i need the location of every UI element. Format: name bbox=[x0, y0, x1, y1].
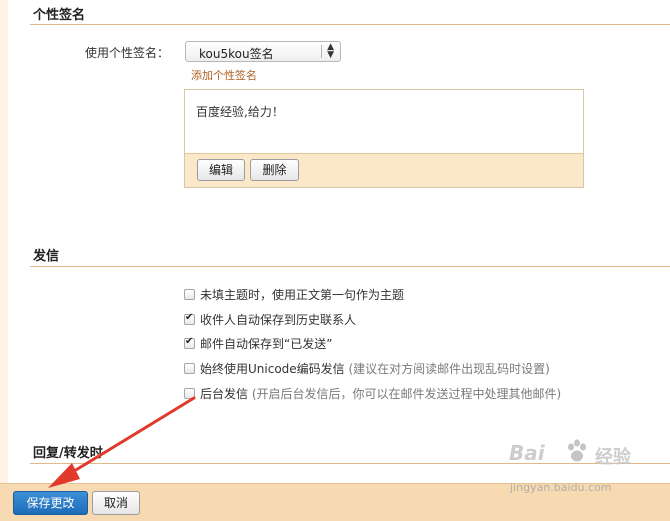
edit-button[interactable]: 编辑 bbox=[197, 159, 245, 181]
option-save-recipients[interactable]: 收件人自动保存到历史联系人 bbox=[184, 311, 356, 328]
checkbox[interactable] bbox=[184, 363, 195, 374]
watermark-url: jingyan.baidu.com bbox=[510, 481, 612, 494]
watermark-logo-text: Bai bbox=[509, 441, 545, 465]
left-margin-strip bbox=[0, 0, 8, 521]
option-label: 始终使用Unicode编码发信 bbox=[200, 362, 345, 376]
reply-section-title: 回复/转发时 bbox=[33, 446, 103, 461]
signature-toolbar: 编辑 删除 bbox=[185, 153, 583, 187]
option-hint: (开启后台发信后，你可以在邮件发送过程中处理其他邮件) bbox=[251, 387, 562, 401]
paw-icon bbox=[568, 439, 586, 462]
use-signature-label: 使用个性签名： bbox=[85, 46, 170, 60]
option-unicode-encoding[interactable]: 始终使用Unicode编码发信 (建议在对方阅读邮件出现乱码时设置) bbox=[184, 360, 550, 377]
signature-text: 百度经验,给力！ bbox=[196, 105, 284, 119]
signature-preview-box: 百度经验,给力！ 编辑 删除 bbox=[184, 89, 584, 188]
signature-select-value: kou5kou签名 bbox=[199, 47, 274, 61]
checkbox[interactable] bbox=[184, 388, 195, 399]
signature-select[interactable]: kou5kou签名 ▲ ▼ bbox=[185, 41, 341, 62]
option-label: 邮件自动保存到“已发送” bbox=[200, 337, 333, 351]
select-separator bbox=[321, 45, 322, 58]
delete-button[interactable]: 删除 bbox=[250, 159, 299, 181]
option-label: 未填主题时，使用正文第一句作为主题 bbox=[200, 288, 405, 302]
option-use-first-sentence-as-subject[interactable]: 未填主题时，使用正文第一句作为主题 bbox=[184, 286, 404, 303]
option-label: 收件人自动保存到历史联系人 bbox=[200, 313, 357, 327]
add-signature-link[interactable]: 添加个性签名 bbox=[191, 67, 257, 83]
select-updown-icon: ▲ ▼ bbox=[327, 42, 334, 60]
option-save-to-sent[interactable]: 邮件自动保存到“已发送” bbox=[184, 335, 332, 352]
mail-settings-page: 个性签名 使用个性签名： kou5kou签名 ▲ ▼ 添加个性签名 百度经验,给力… bbox=[0, 0, 670, 521]
watermark-cn-text: 经验 bbox=[595, 447, 631, 468]
send-section-title: 发信 bbox=[33, 249, 60, 264]
option-label: 后台发信 bbox=[200, 387, 249, 401]
option-background-send[interactable]: 后台发信 (开启后台发信后，你可以在邮件发送过程中处理其他邮件) bbox=[184, 385, 561, 402]
section-divider bbox=[30, 24, 670, 25]
baidu-jingyan-watermark: Bai 经验 jingyan.baidu.com bbox=[509, 439, 659, 511]
cancel-button[interactable]: 取消 bbox=[92, 491, 140, 515]
option-hint: (建议在对方阅读邮件出现乱码时设置) bbox=[348, 362, 550, 376]
section-divider bbox=[30, 266, 670, 267]
save-changes-button[interactable]: 保存更改 bbox=[13, 491, 88, 515]
checkbox-checked[interactable] bbox=[184, 336, 195, 349]
checkbox-checked[interactable] bbox=[184, 312, 195, 325]
checkbox[interactable] bbox=[184, 289, 195, 300]
signature-section-title: 个性签名 bbox=[33, 8, 86, 23]
